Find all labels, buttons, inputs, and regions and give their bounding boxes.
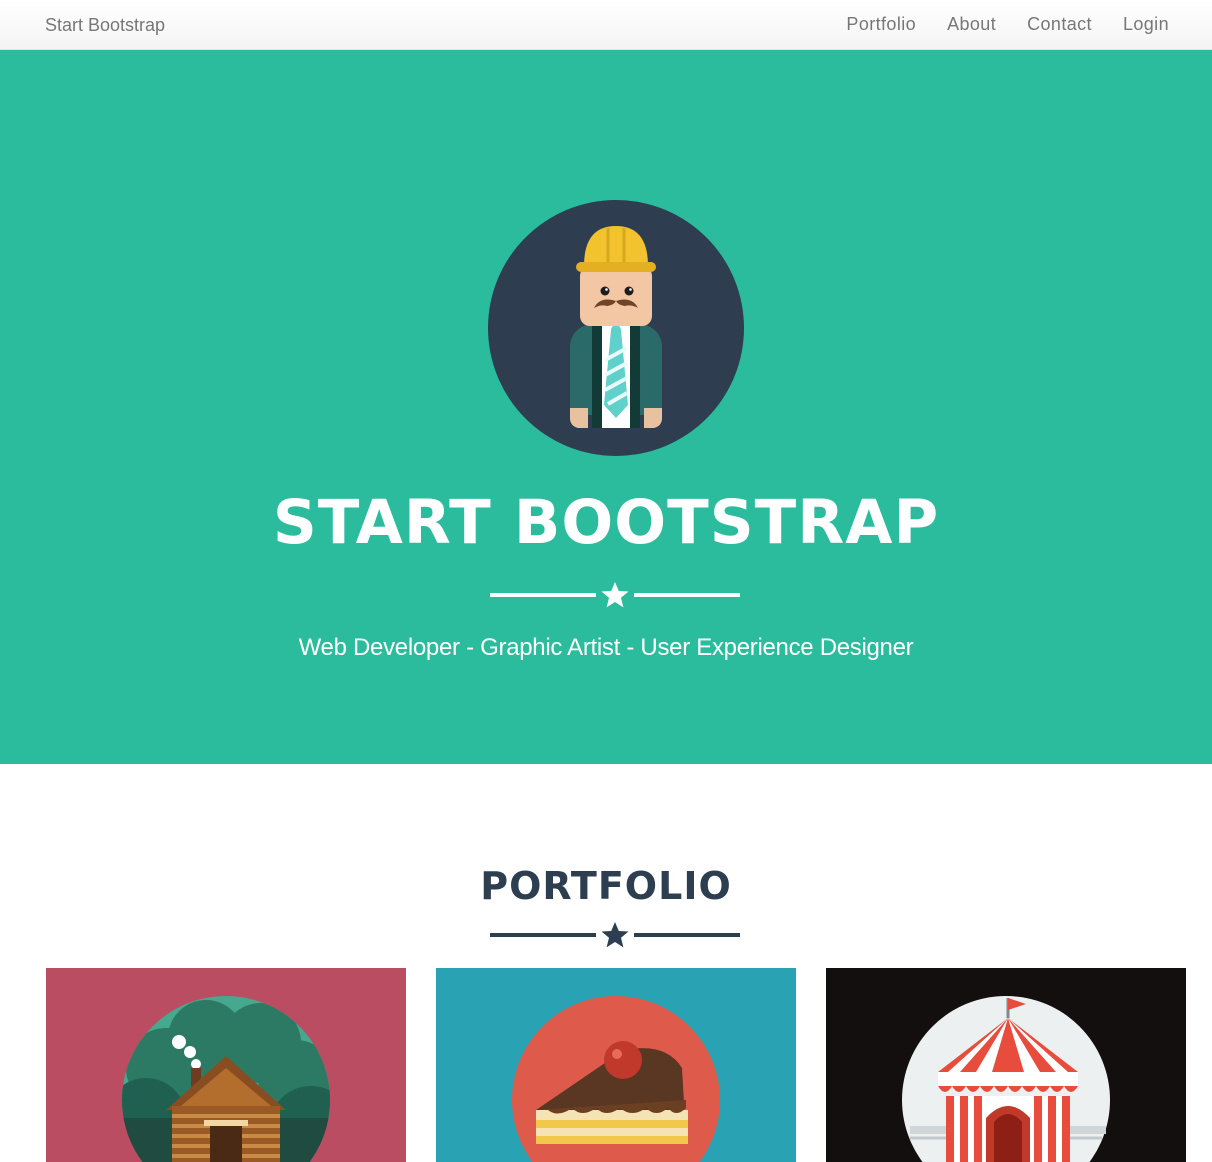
portfolio-item-cake[interactable] bbox=[436, 968, 796, 1162]
cabin-icon bbox=[122, 996, 330, 1162]
nav-links: Portfolio About Contact Login bbox=[815, 14, 1169, 35]
star-icon bbox=[601, 922, 629, 948]
divider-line-left bbox=[490, 593, 596, 597]
construction-worker-avatar bbox=[488, 200, 744, 456]
portfolio-item-cabin[interactable] bbox=[46, 968, 406, 1162]
header-star-divider bbox=[490, 580, 740, 610]
hero-header: START BOOTSTRAP Web Developer - Graphic … bbox=[0, 50, 1212, 764]
divider-line-right bbox=[634, 593, 740, 597]
circus-tent-icon bbox=[902, 996, 1110, 1162]
top-navbar: Start Bootstrap Portfolio About Contact … bbox=[0, 0, 1212, 50]
nav-link-contact[interactable]: Contact bbox=[1027, 14, 1092, 35]
brand-link[interactable]: Start Bootstrap bbox=[45, 15, 165, 36]
site-title: START BOOTSTRAP bbox=[272, 487, 940, 558]
divider-line-right bbox=[634, 933, 740, 937]
portfolio-star-divider bbox=[490, 920, 740, 950]
nav-link-about[interactable]: About bbox=[947, 14, 996, 35]
nav-link-login[interactable]: Login bbox=[1123, 14, 1169, 35]
star-icon bbox=[601, 582, 629, 608]
divider-line-left bbox=[490, 933, 596, 937]
skills-subtitle: Web Developer - Graphic Artist - User Ex… bbox=[298, 634, 914, 661]
portfolio-item-circus[interactable] bbox=[826, 968, 1186, 1162]
cake-icon bbox=[512, 996, 720, 1162]
portfolio-heading: PORTFOLIO bbox=[480, 864, 732, 908]
nav-link-portfolio[interactable]: Portfolio bbox=[846, 14, 916, 35]
